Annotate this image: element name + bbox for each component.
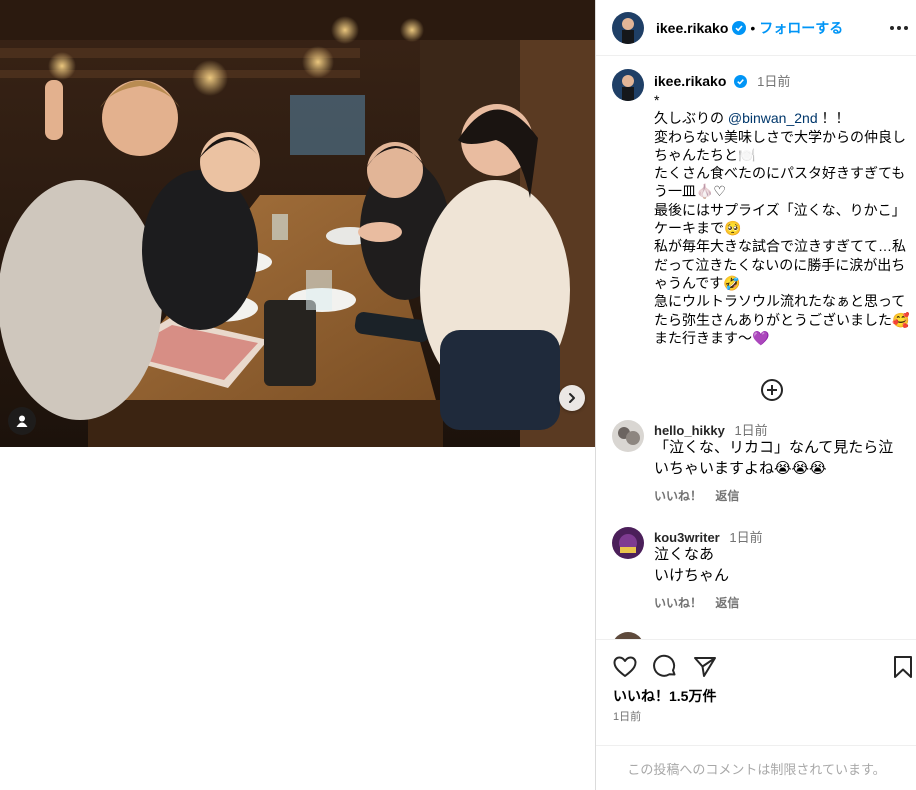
mention-link[interactable]: @binwan_2nd [728,110,818,126]
more-options-button[interactable] [887,16,911,40]
comment-item-partial [612,632,912,639]
user-tag-button[interactable] [8,407,36,435]
verified-badge-icon [734,75,748,88]
comment-reply-button[interactable]: 返信 [715,489,739,503]
post-timestamp[interactable]: 1日前 [613,708,641,724]
caption-text: * 久しぶりの @binwan_2nd ！！ 変わらない美味しさで大学からの仲良… [654,91,912,347]
post-actions: いいね！1.5万件 1日前 [596,639,916,745]
caption-line: 変わらない美味しさで大学からの仲良しちゃんたちと🍽️ [654,128,906,163]
comment-actions: いいね！ 返信 [654,487,749,504]
caption-line: 最後にはサプライズ「泣くな、りかこ」ケーキまで🥺 [654,201,906,237]
next-photo-button[interactable] [559,385,585,411]
comment-time[interactable]: 1日前 [729,530,762,545]
post-photo[interactable] [0,0,595,447]
likes-count[interactable]: いいね！1.5万件 [613,686,716,706]
restaurant-photo [0,0,595,447]
comment-like-button[interactable]: いいね！ [654,596,702,610]
avatar[interactable] [612,69,644,101]
comment-username[interactable]: hello_hikky [654,423,725,438]
avatar[interactable] [612,527,644,559]
avatar[interactable] [612,632,644,639]
comment-time[interactable]: 1日前 [734,423,767,438]
avatar[interactable] [612,420,644,452]
post-header: ikee.rikako • フォローする [596,0,916,56]
caption-line: たくさん食べたのにパスタ好きすぎてもう一皿🧄♡ [654,165,906,200]
comment-actions: いいね！ 返信 [654,594,749,611]
comment-line: いけちゃん [654,567,730,584]
send-icon[interactable] [692,654,718,680]
verified-badge-icon [732,20,747,35]
caption-header: ikee.rikako 1日前 [654,71,790,90]
separator-dot: • [750,19,756,36]
comment-icon[interactable] [652,654,678,680]
follow-button[interactable]: フォローする [759,18,843,38]
comments-scroll[interactable]: ikee.rikako 1日前 * 久しぶりの @binwan_2nd ！！ 変… [596,57,916,639]
comment-username[interactable]: kou3writer [654,530,720,545]
comments-restricted-notice: この投稿へのコメントは制限されています。 [627,761,886,777]
plus-circle-icon[interactable] [760,378,784,402]
comment-like-button[interactable]: いいね！ [654,489,702,503]
bookmark-icon[interactable] [890,654,916,680]
header-username[interactable]: ikee.rikako [656,20,728,36]
post-sidebar: ikee.rikako • フォローする ikee.rikako 1日前 * 久… [595,0,916,790]
chevron-right-icon [569,393,575,403]
caption-line: * [654,92,660,108]
comment-input-area: この投稿へのコメントは制限されています。 [596,745,916,790]
comment-text: 「泣くな、リカコ」なんて見たら泣いちゃいますよね😭😭😭 [654,439,894,477]
caption-line: 急にウルトラソウル流れたなぁと思ってたら弥生さんありがとうございました🥰 また行… [654,293,914,346]
avatar[interactable] [612,11,644,44]
comment-line: 泣くなあ [654,546,715,563]
caption-time[interactable]: 1日前 [757,74,790,89]
caption-line: ！！ [817,110,850,127]
caption-line: 私が毎年大きな試合で泣きすぎてて…私だって泣きたくないのに勝手に涙が出ちゃうんで… [654,238,906,291]
comment-item: kou3writer 1日前 泣くなあ いけちゃん いいね！ 返信 [612,527,912,617]
caption-line: 久しぶりの [654,110,728,127]
more-horizontal-icon [890,26,908,30]
comment-item: hello_hikky 1日前 「泣くな、リカコ」なんて見たら泣いちゃいますよね… [612,420,912,510]
caption-username[interactable]: ikee.rikako [654,73,726,89]
user-tag-icon [16,415,28,427]
comment-text: 泣くなあ いけちゃん [654,544,902,586]
heart-icon[interactable] [612,654,638,680]
comment-reply-button[interactable]: 返信 [715,596,739,610]
